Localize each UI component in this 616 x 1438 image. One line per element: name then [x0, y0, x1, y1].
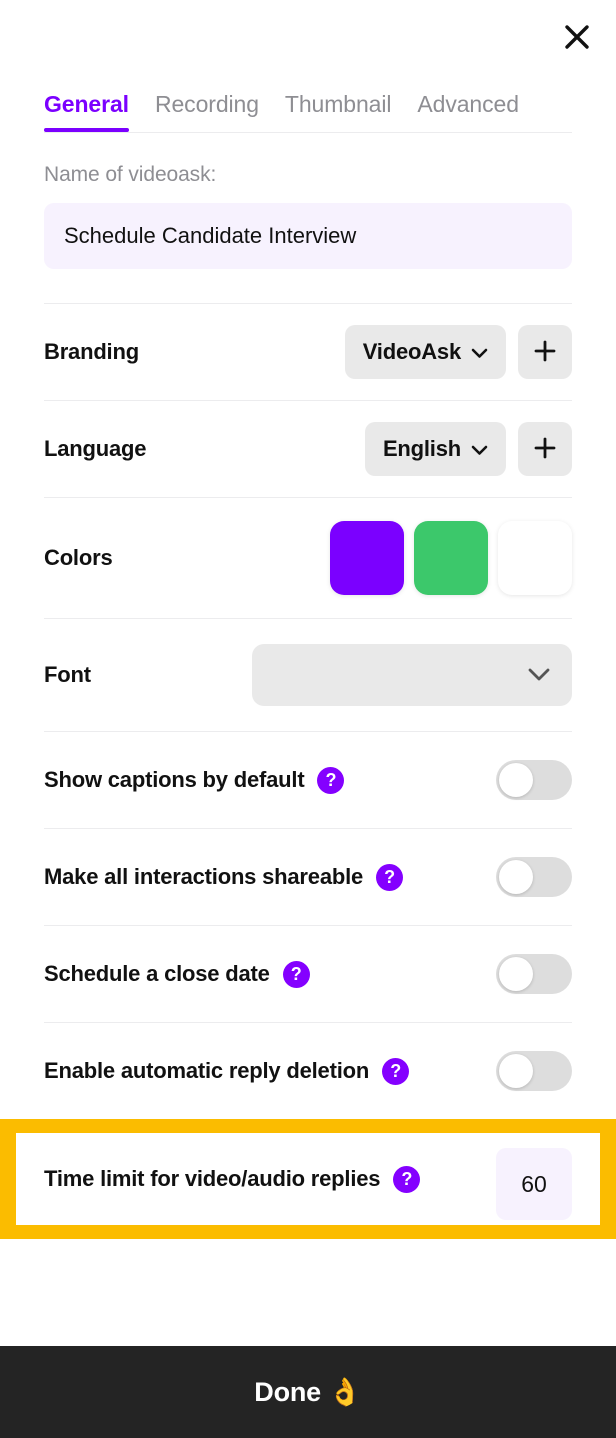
colors-label: Colors	[44, 545, 113, 570]
schedule-close-date-row: Schedule a close date ?	[44, 926, 572, 1022]
help-icon[interactable]: ?	[376, 863, 404, 891]
language-row: Language English	[44, 401, 572, 497]
font-label: Font	[44, 662, 91, 687]
show-captions-toggle[interactable]	[496, 760, 572, 800]
font-dropdown[interactable]	[252, 644, 572, 706]
settings-panel: General Recording Thumbnail Advanced Nam…	[0, 0, 616, 1438]
toggle-knob	[499, 1054, 533, 1088]
settings-body: Name of videoask: Branding VideoAsk	[0, 132, 616, 1346]
time-limit-highlight: Time limit for video/audio replies ?	[0, 1119, 616, 1239]
branding-label: Branding	[44, 339, 139, 364]
schedule-close-date-toggle[interactable]	[496, 954, 572, 994]
help-icon[interactable]: ?	[317, 766, 345, 794]
tab-advanced[interactable]: Advanced	[417, 91, 519, 132]
colors-row: Colors	[44, 498, 572, 618]
language-label: Language	[44, 436, 147, 461]
toggle-knob	[499, 763, 533, 797]
interactions-shareable-toggle[interactable]	[496, 857, 572, 897]
automatic-reply-deletion-label: Enable automatic reply deletion ?	[44, 1057, 410, 1085]
chevron-down-icon	[471, 339, 488, 365]
color-swatch-background[interactable]	[498, 521, 572, 595]
language-dropdown[interactable]: English	[364, 422, 506, 476]
done-button-label: Done 👌	[254, 1377, 362, 1407]
help-icon[interactable]: ?	[282, 960, 310, 988]
tab-thumbnail[interactable]: Thumbnail	[285, 91, 392, 132]
time-limit-text: Time limit for video/audio replies	[44, 1166, 381, 1191]
branding-row: Branding VideoAsk	[44, 304, 572, 400]
settings-tabs: General Recording Thumbnail Advanced	[0, 70, 616, 132]
color-swatches	[330, 521, 572, 595]
interactions-shareable-label: Make all interactions shareable ?	[44, 863, 404, 891]
add-branding-button[interactable]	[518, 325, 572, 379]
automatic-reply-deletion-toggle[interactable]	[496, 1051, 572, 1091]
interactions-shareable-text: Make all interactions shareable	[44, 864, 364, 889]
panel-header	[0, 0, 616, 70]
name-of-videoask-field: Name of videoask:	[44, 133, 572, 303]
time-limit-row: Time limit for video/audio replies ?	[16, 1133, 600, 1225]
plus-icon	[533, 339, 557, 366]
done-button[interactable]: Done 👌	[0, 1346, 616, 1438]
language-controls: English	[364, 422, 572, 476]
automatic-reply-deletion-row: Enable automatic reply deletion ?	[44, 1023, 572, 1119]
interactions-shareable-row: Make all interactions shareable ?	[44, 829, 572, 925]
show-captions-label: Show captions by default ?	[44, 766, 345, 794]
color-swatch-secondary[interactable]	[414, 521, 488, 595]
font-row: Font	[44, 619, 572, 731]
color-swatch-primary[interactable]	[330, 521, 404, 595]
toggle-knob	[499, 957, 533, 991]
time-limit-label: Time limit for video/audio replies ?	[44, 1165, 421, 1193]
time-limit-input[interactable]	[496, 1148, 572, 1220]
tab-general[interactable]: General	[44, 91, 129, 132]
chevron-down-icon	[471, 436, 488, 462]
automatic-reply-deletion-text: Enable automatic reply deletion	[44, 1058, 370, 1083]
plus-icon	[533, 436, 557, 463]
add-language-button[interactable]	[518, 422, 572, 476]
toggle-knob	[499, 860, 533, 894]
help-icon[interactable]: ?	[382, 1057, 410, 1085]
language-selected-value: English	[382, 436, 461, 461]
help-icon[interactable]: ?	[393, 1165, 421, 1193]
name-field-label: Name of videoask:	[44, 163, 217, 186]
tab-recording[interactable]: Recording	[155, 91, 259, 132]
videoask-name-input[interactable]	[44, 203, 572, 269]
schedule-close-date-label: Schedule a close date ?	[44, 960, 310, 988]
chevron-down-icon	[528, 663, 550, 687]
branding-controls: VideoAsk	[344, 325, 572, 379]
close-icon[interactable]	[556, 16, 598, 58]
branding-dropdown[interactable]: VideoAsk	[344, 325, 506, 379]
schedule-close-date-text: Schedule a close date	[44, 961, 270, 986]
show-captions-text: Show captions by default	[44, 767, 305, 792]
show-captions-row: Show captions by default ?	[44, 732, 572, 828]
branding-selected-value: VideoAsk	[362, 339, 461, 364]
